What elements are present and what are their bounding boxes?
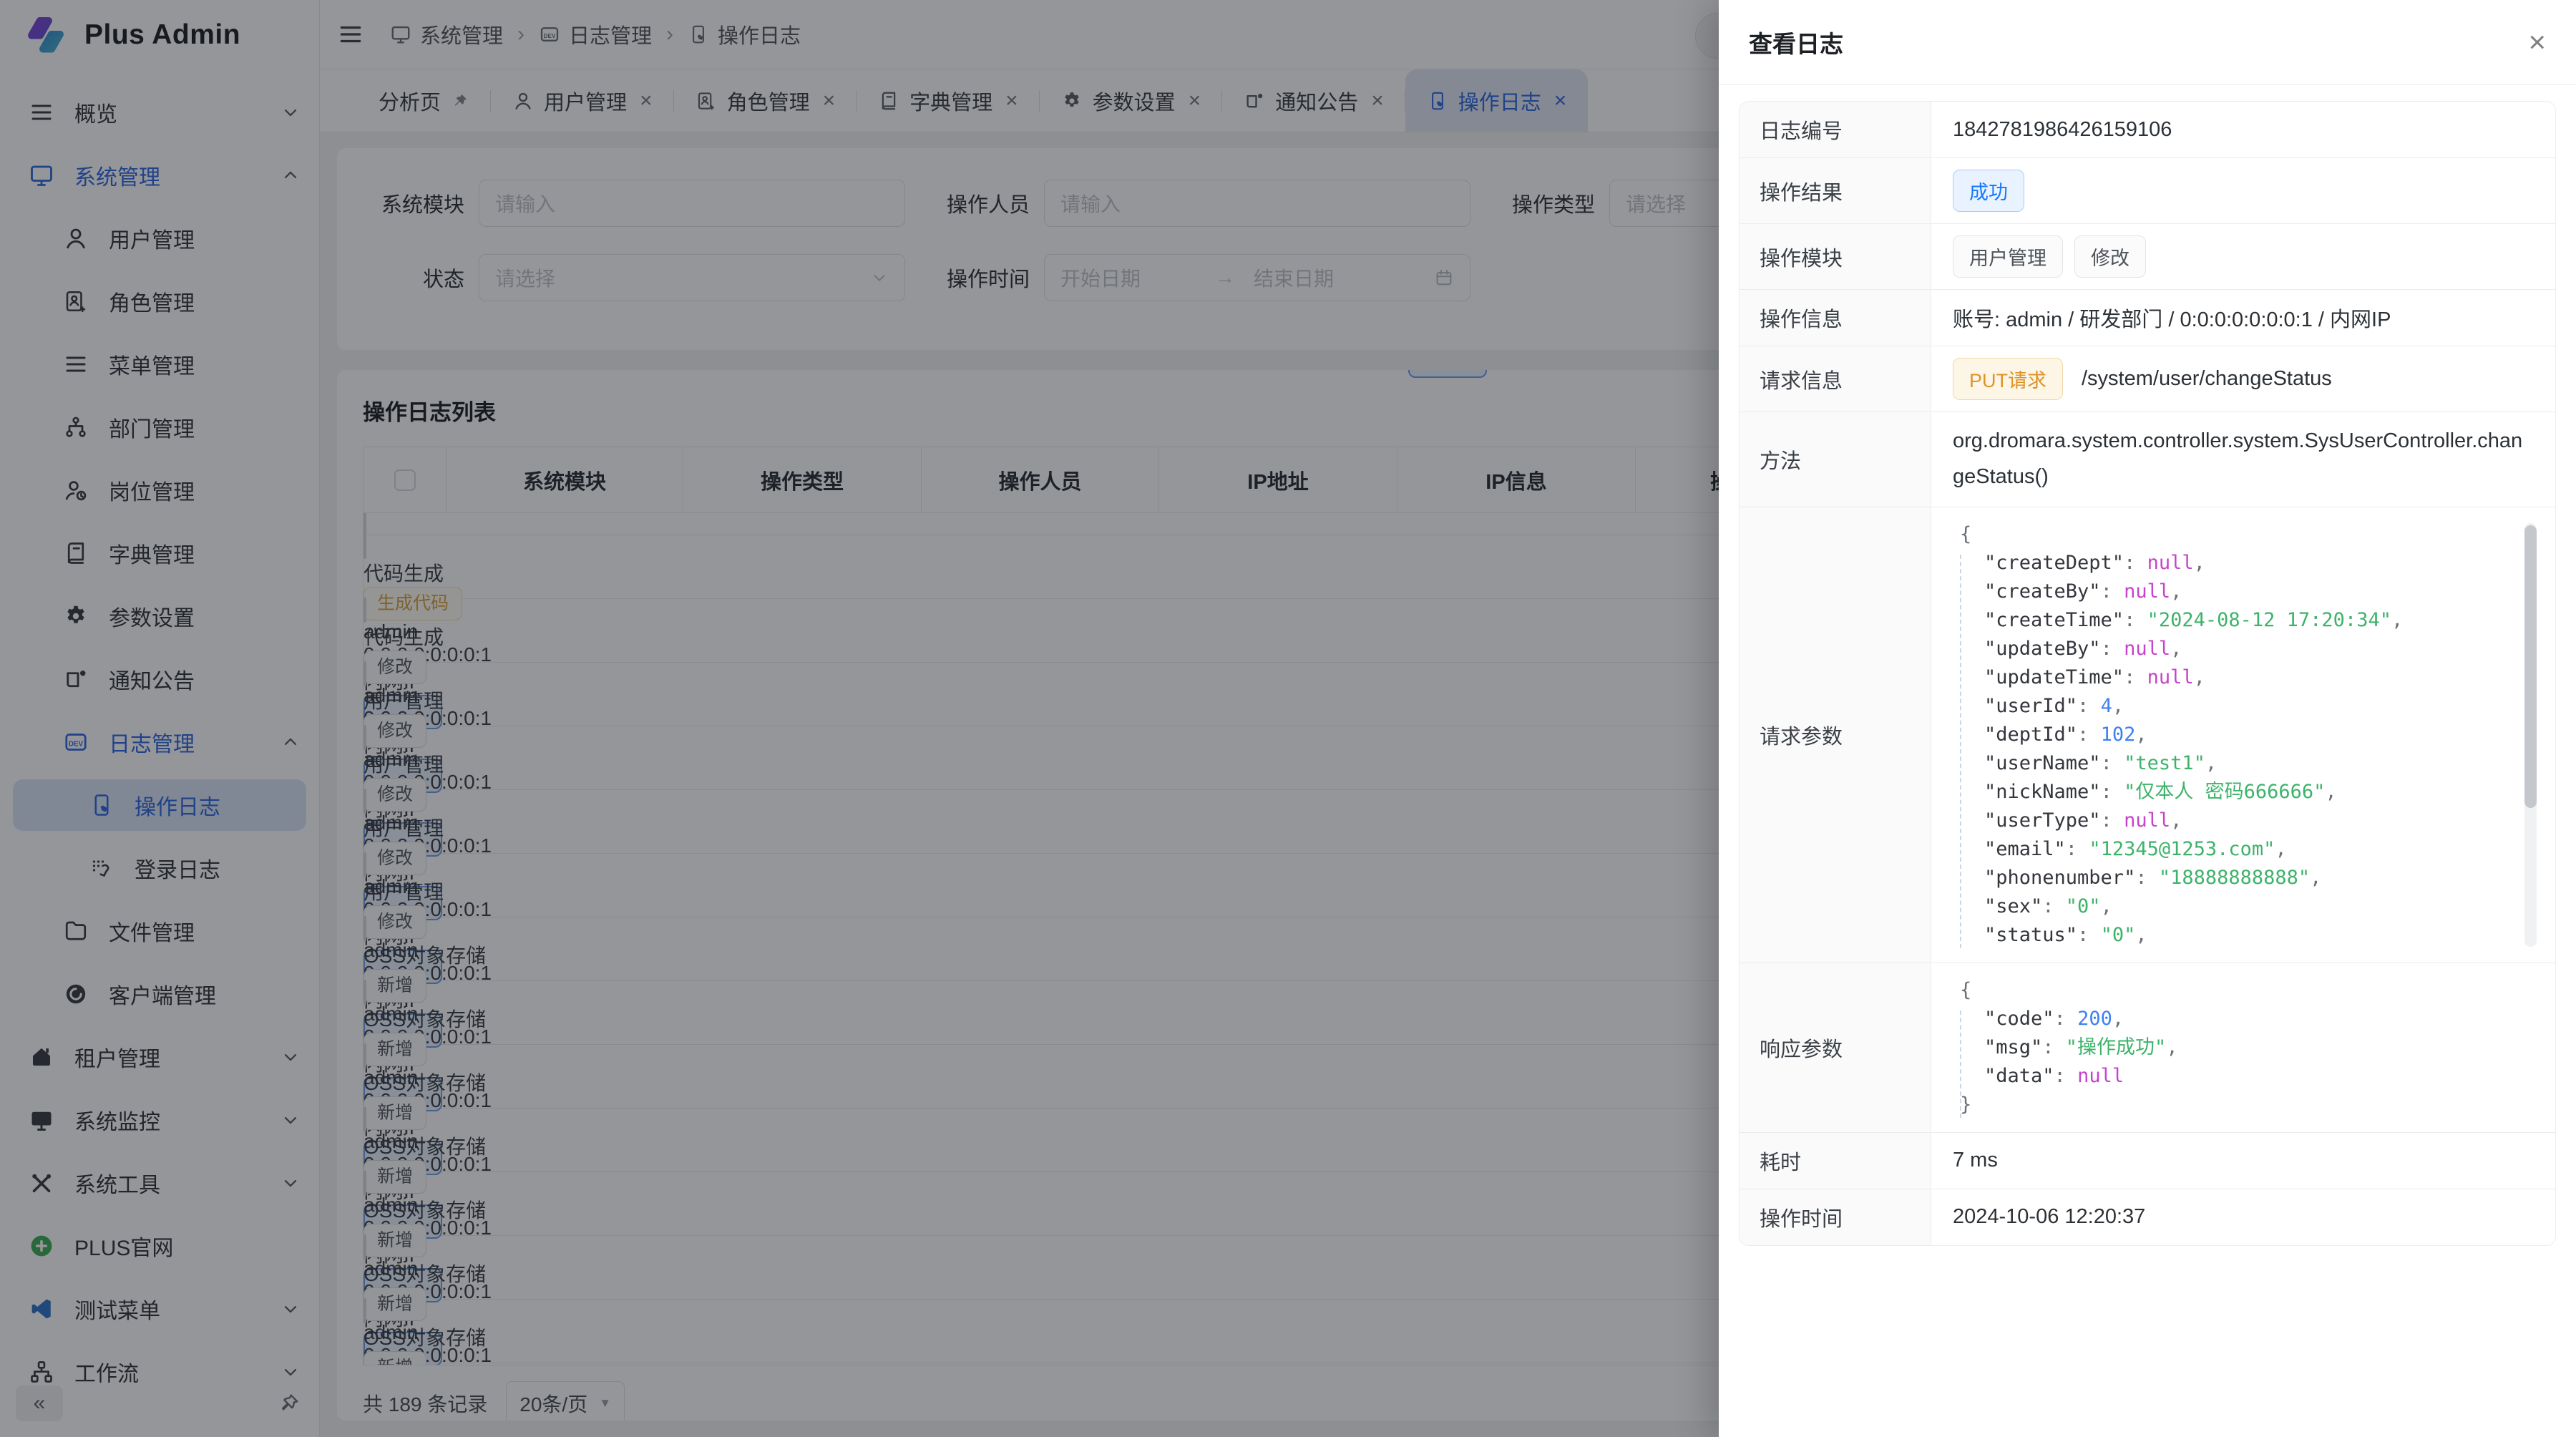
- code-line: "nickName": "仅本人 密码666666",: [1954, 778, 2499, 807]
- drawer-row-log-id: 日志编号1842781986426159106: [1740, 102, 2555, 158]
- drawer-header: 查看日志 ×: [1719, 0, 2576, 85]
- code-line: "createDept": null,: [1954, 549, 2499, 578]
- drawer-value: {"code": 200,"msg": "操作成功","data": null}: [1931, 963, 2555, 1132]
- code-line: }: [1954, 1091, 2499, 1119]
- scrollbar-thumb[interactable]: [2524, 525, 2537, 808]
- code-line: "createBy": null,: [1954, 578, 2499, 606]
- drawer-row-request-params: 请求参数{"createDept": null,"createBy": null…: [1740, 507, 2555, 963]
- close-icon[interactable]: ×: [2528, 27, 2546, 57]
- drawer-label: 日志编号: [1740, 102, 1931, 157]
- code-line: "sex": "0",: [1954, 892, 2499, 921]
- drawer-row-duration: 耗时7 ms: [1740, 1133, 2555, 1189]
- drawer-label: 方法: [1740, 412, 1931, 507]
- json-code-block: {"code": 200,"msg": "操作成功","data": null}: [1947, 969, 2542, 1126]
- drawer-label: 操作信息: [1740, 290, 1931, 346]
- drawer-row-operation-result: 操作结果成功: [1740, 158, 2555, 224]
- drawer-value: {"createDept": null,"createBy": null,"cr…: [1931, 507, 2555, 963]
- drawer-value: 账号: admin / 研发部门 / 0:0:0:0:0:0:0:1 / 内网I…: [1931, 290, 2555, 346]
- drawer-label: 响应参数: [1740, 963, 1931, 1132]
- drawer-value: org.dromara.system.controller.system.Sys…: [1931, 412, 2555, 507]
- view-log-drawer: 查看日志 × 日志编号1842781986426159106操作结果成功操作模块…: [1719, 0, 2576, 1437]
- drawer-value: 2024-10-06 12:20:37: [1931, 1189, 2555, 1245]
- code-line: {: [1954, 976, 2499, 1005]
- code-line: "msg": "操作成功",: [1954, 1033, 2499, 1062]
- code-line: "code": 200,: [1954, 1005, 2499, 1033]
- indent-guide: [1960, 1010, 1961, 1118]
- drawer-label: 耗时: [1740, 1133, 1931, 1189]
- request-url: /system/user/changeStatus: [2082, 367, 2332, 391]
- code-line: "createTime": "2024-08-12 17:20:34",: [1954, 606, 2499, 635]
- drawer-title: 查看日志: [1749, 25, 1843, 59]
- module-tag: 修改: [2074, 235, 2146, 278]
- drawer-row-response-params: 响应参数{"code": 200,"msg": "操作成功","data": n…: [1740, 963, 2555, 1133]
- drawer-value: 1842781986426159106: [1931, 102, 2555, 157]
- drawer-row-operation-time: 操作时间2024-10-06 12:20:37: [1740, 1189, 2555, 1245]
- code-line: "data": null: [1954, 1062, 2499, 1091]
- drawer-row-operation-module: 操作模块用户管理修改: [1740, 224, 2555, 290]
- drawer-label: 操作时间: [1740, 1189, 1931, 1245]
- code-line: "updateBy": null,: [1954, 635, 2499, 663]
- request-method-tag: PUT请求: [1953, 358, 2063, 400]
- drawer-body: 日志编号1842781986426159106操作结果成功操作模块用户管理修改操…: [1719, 85, 2576, 1437]
- code-line: "phonenumber": "18888888888",: [1954, 864, 2499, 892]
- drawer-label: 请求信息: [1740, 346, 1931, 411]
- drawer-row-request-info: 请求信息PUT请求/system/user/changeStatus: [1740, 346, 2555, 412]
- drawer-label: 请求参数: [1740, 507, 1931, 963]
- drawer-value: 7 ms: [1931, 1133, 2555, 1189]
- drawer-value: PUT请求/system/user/changeStatus: [1931, 346, 2555, 411]
- code-line: "userId": 4,: [1954, 692, 2499, 721]
- code-line: {: [1954, 520, 2499, 549]
- indent-guide: [1960, 555, 1961, 948]
- drawer-value: 成功: [1931, 158, 2555, 223]
- code-line: "userType": null,: [1954, 807, 2499, 835]
- code-line: "updateTime": null,: [1954, 663, 2499, 692]
- code-line: "userName": "test1",: [1954, 749, 2499, 778]
- scrollbar-track[interactable]: [2524, 523, 2537, 947]
- drawer-row-method: 方法org.dromara.system.controller.system.S…: [1740, 412, 2555, 507]
- module-tag: 用户管理: [1953, 235, 2063, 278]
- drawer-label: 操作模块: [1740, 224, 1931, 289]
- drawer-label: 操作结果: [1740, 158, 1931, 223]
- code-line: "deptId": 102,: [1954, 721, 2499, 749]
- code-line: "email": "12345@1253.com",: [1954, 835, 2499, 864]
- drawer-value: 用户管理修改: [1931, 224, 2555, 289]
- drawer-row-operation-info: 操作信息账号: admin / 研发部门 / 0:0:0:0:0:0:0:1 /…: [1740, 290, 2555, 346]
- json-code-block[interactable]: {"createDept": null,"createBy": null,"cr…: [1947, 513, 2542, 957]
- result-tag: 成功: [1953, 170, 2024, 212]
- log-detail-table: 日志编号1842781986426159106操作结果成功操作模块用户管理修改操…: [1739, 101, 2556, 1246]
- code-line: "status": "0",: [1954, 921, 2499, 950]
